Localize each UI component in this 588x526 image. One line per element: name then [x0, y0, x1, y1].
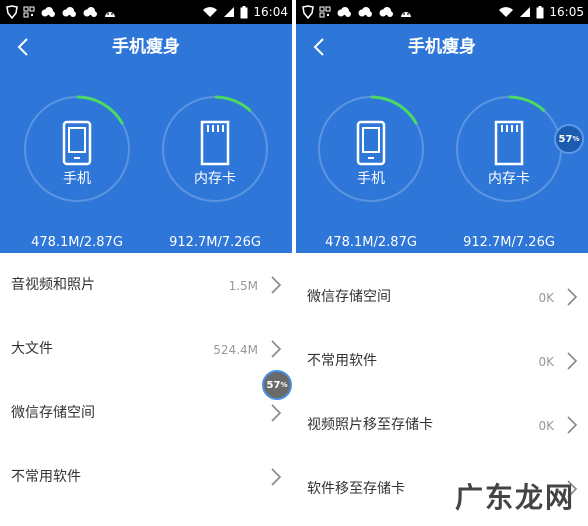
sd-card-icon: [494, 120, 524, 166]
memory-float-bubble[interactable]: 57%: [554, 124, 584, 154]
qr-icon: [319, 6, 331, 18]
chevron-right-icon: [271, 404, 282, 422]
sd-card-icon: [200, 120, 230, 166]
phone-storage-gauge[interactable]: 手机: [316, 94, 426, 204]
list-item-size: 0K: [538, 419, 554, 433]
page-title: 手机瘦身: [408, 37, 476, 57]
weather-icon: [379, 7, 393, 17]
shield-icon: [302, 5, 314, 19]
battery-icon: [240, 5, 248, 18]
phone-storage-label: 手机: [357, 171, 385, 187]
sd-storage-gauge[interactable]: 内存卡: [160, 94, 270, 204]
bubble-unit: %: [572, 135, 580, 143]
list-item-label: 不常用软件: [307, 353, 377, 369]
chevron-right-icon: [271, 468, 282, 486]
bubble-value: 57: [558, 133, 573, 145]
screen-right: 16:05 手机瘦身 手机 478.1M/2.87G 内存卡 912.7M/7.…: [296, 0, 588, 526]
list-item-label: 微信存储空间: [11, 405, 95, 421]
phone-storage-value: 478.1M/2.87G: [325, 235, 417, 250]
battery-icon: [536, 5, 544, 18]
list-item-size: 0K: [538, 355, 554, 369]
sd-storage-label: 内存卡: [488, 171, 530, 187]
list-item-size: 0K: [538, 291, 554, 305]
list-item-media[interactable]: 音视频和照片 1.5M: [0, 253, 292, 317]
list-item-move-media-to-sd[interactable]: 视频照片移至存储卡 0K: [296, 393, 588, 457]
android-icon: [401, 12, 411, 17]
phone-icon: [356, 120, 386, 166]
list-item-large-files[interactable]: 大文件 524.4M: [0, 317, 292, 381]
bubble-value: 57: [266, 379, 281, 391]
android-icon: [105, 12, 115, 17]
list-item-label: 音视频和照片: [11, 277, 95, 293]
status-bar: 16:04: [0, 0, 292, 24]
signal-icon: [520, 7, 531, 17]
sd-storage-label: 内存卡: [194, 171, 236, 187]
signal-icon: [224, 7, 235, 17]
status-bar: 16:05: [296, 0, 588, 24]
list-item-label: 视频照片移至存储卡: [307, 417, 433, 433]
chevron-right-icon: [271, 276, 282, 294]
list-item-label: 微信存储空间: [307, 289, 391, 305]
list-item-unused-apps[interactable]: 不常用软件: [0, 445, 292, 509]
weather-icon: [62, 7, 76, 17]
weather-icon: [83, 7, 97, 17]
screen-left: 16:04 手机瘦身 手机 478.1M/2.87G 内存卡 912.7M/7.…: [0, 0, 292, 526]
bubble-unit: %: [280, 381, 288, 389]
list-item-size: 524.4M: [213, 343, 258, 357]
shield-icon: [6, 5, 18, 19]
weather-icon: [337, 7, 351, 17]
list-item-label: 大文件: [11, 341, 53, 357]
sd-storage-gauge[interactable]: 内存卡: [454, 94, 564, 204]
list-item-unused-apps[interactable]: 不常用软件 0K: [296, 329, 588, 393]
phone-storage-label: 手机: [63, 171, 91, 187]
page-title: 手机瘦身: [112, 37, 180, 57]
list-item-label: 不常用软件: [11, 469, 81, 485]
status-time: 16:04: [253, 5, 288, 19]
chevron-right-icon: [567, 352, 578, 370]
chevron-right-icon: [567, 288, 578, 306]
watermark-text: 广东龙网: [455, 481, 576, 514]
phone-icon: [62, 120, 92, 166]
phone-storage-gauge[interactable]: 手机: [22, 94, 132, 204]
list-item-size: 1.5M: [228, 279, 258, 293]
weather-icon: [41, 7, 55, 17]
sd-storage-value: 912.7M/7.26G: [169, 235, 261, 250]
wifi-icon: [499, 7, 514, 17]
chevron-right-icon: [271, 340, 282, 358]
sd-storage-value: 912.7M/7.26G: [463, 235, 555, 250]
storage-header: 手机瘦身 手机 478.1M/2.87G 内存卡 912.7M/7.26G: [296, 24, 588, 253]
chevron-right-icon: [567, 416, 578, 434]
list-item-label: 软件移至存储卡: [307, 481, 405, 497]
status-time: 16:05: [549, 5, 584, 19]
memory-float-bubble[interactable]: 57%: [262, 370, 292, 400]
qr-icon: [23, 6, 35, 18]
phone-storage-value: 478.1M/2.87G: [31, 235, 123, 250]
list-item-wechat-storage[interactable]: 微信存储空间 0K: [296, 265, 588, 329]
storage-header: 手机瘦身 手机 478.1M/2.87G 内存卡 912.7M/7.26G: [0, 24, 292, 253]
weather-icon: [358, 7, 372, 17]
wifi-icon: [203, 7, 218, 17]
list-item-wechat-storage[interactable]: 微信存储空间: [0, 381, 292, 445]
